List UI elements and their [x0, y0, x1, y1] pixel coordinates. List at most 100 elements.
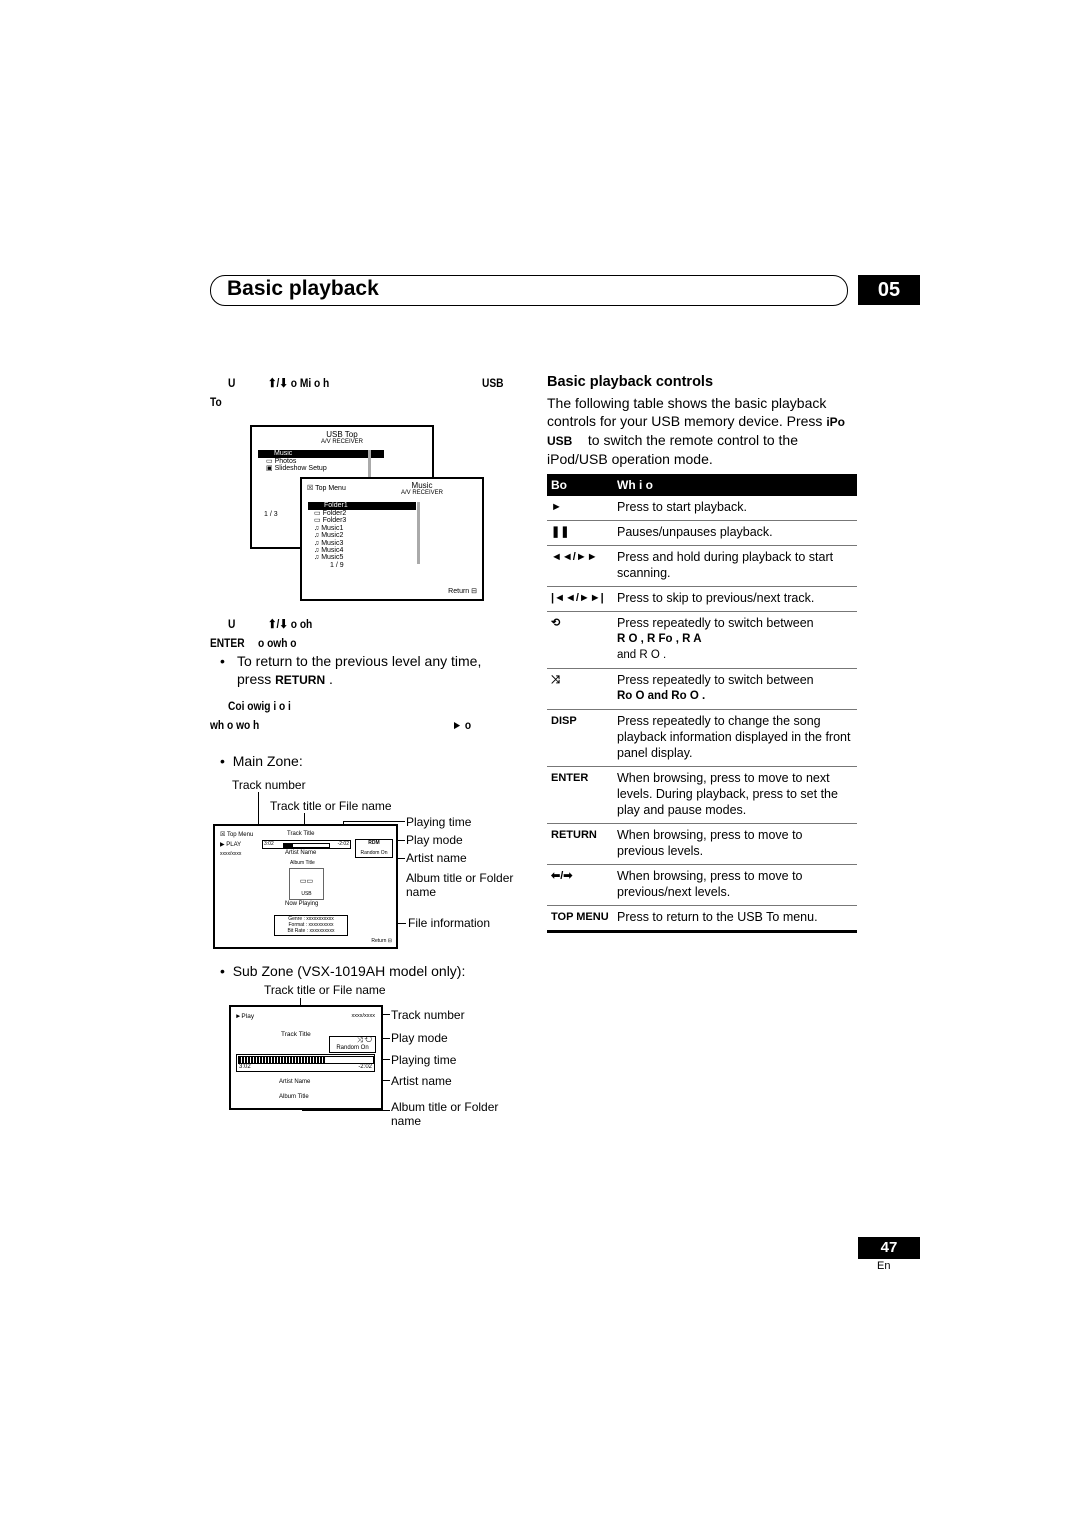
- function-description: Press repeatedly to switch between Ro O a…: [613, 668, 857, 710]
- usb-device-image: ▭▭ USB: [289, 868, 324, 900]
- table-row: ❚❚ Pauses/unpauses playback.: [547, 520, 857, 546]
- function-description: Press to skip to previous/next track.: [613, 586, 857, 612]
- menu-item[interactable]: ♫ Music3: [314, 540, 346, 547]
- function-description: Press repeatedly to switch between R O , …: [613, 611, 857, 669]
- menu-item[interactable]: ▣ Slideshow Setup: [266, 465, 327, 473]
- album-title: Album Title: [279, 1094, 309, 1100]
- function-description: When browsing, press to move to next lev…: [613, 766, 857, 824]
- table-row: ⟲ Press repeatedly to switch between R O ,…: [547, 611, 857, 669]
- label-playing-time: Playing time: [406, 815, 472, 829]
- pause-icon: ❚❚: [547, 520, 613, 546]
- step1-text: ⬆/⬇ o Mi o h: [268, 376, 330, 390]
- skip-icon: |◄◄/►►|: [547, 586, 613, 612]
- screen-title: Music: [411, 481, 433, 490]
- shuffle-repeat-icon: ⤨ ⟲: [356, 1037, 372, 1044]
- manual-page: Basic playback 05 U ⬆/⬇ o Mi o h USB To …: [0, 0, 1080, 1527]
- menu-item[interactable]: ▭ Folder3: [314, 517, 346, 524]
- scrollbar[interactable]: [417, 502, 420, 564]
- shuffle-icon: ⤨: [547, 668, 613, 710]
- screen-title: USB Top: [326, 430, 358, 439]
- menu-item-selected[interactable]: Music: [258, 450, 384, 458]
- bullet-return: • To return to the previous level any ti…: [220, 653, 482, 687]
- progress-fill: [284, 844, 293, 847]
- return-button[interactable]: Return ⊟: [371, 938, 392, 946]
- step2-text: ⬆/⬇ o oh: [268, 617, 313, 631]
- button-name: DISP: [547, 709, 613, 767]
- table-row: DISP Press repeatedly to change the song …: [547, 709, 857, 767]
- progress-bar: 3:02 -2:02: [236, 1054, 375, 1072]
- track-title: Track Title: [281, 1031, 311, 1038]
- chapter-badge: 05: [858, 275, 920, 305]
- label-artist-name: Artist name: [406, 851, 467, 865]
- description-line: Pauses/unpauses playback.: [617, 525, 773, 539]
- description-line: Press and hold during playback to start …: [617, 550, 834, 580]
- description-line: Press to start playback.: [617, 500, 747, 514]
- file-info-box: Genre : xxxxxxxxxxx Format : xxxxxxxxxx Bi…: [274, 915, 348, 936]
- description-line: Press to return to the USB To menu.: [617, 910, 818, 924]
- sub-zone-heading: • Sub Zone (VSX-1019AH model only):: [220, 963, 466, 979]
- button-name: ENTER: [547, 766, 613, 824]
- intro-paragraph: The following table shows the basic play…: [547, 395, 845, 467]
- table-row: ENTER When browsing, press to move to nex…: [547, 766, 857, 824]
- menu-item-label: Slideshow Setup: [274, 465, 327, 472]
- progress-fill: [239, 1057, 327, 1063]
- description-line: When browsing, press to move to previous…: [617, 869, 803, 899]
- now-playing: Now Playing: [285, 901, 319, 907]
- button-name: RETURN: [547, 823, 613, 865]
- menu-item-selected[interactable]: Folder1: [308, 502, 416, 510]
- label-track-title: Track title or File name: [270, 799, 392, 813]
- page-title: Basic playback: [227, 277, 379, 300]
- top-menu-button[interactable]: ☒ Top Menu: [307, 485, 346, 493]
- step1-text: U: [228, 376, 236, 390]
- table-row: ► Press to start playback.: [547, 496, 857, 521]
- description-line: Press repeatedly to switch between: [617, 616, 814, 630]
- table-row: TOP MENU Press to return to the USB To me…: [547, 905, 857, 933]
- step3-text: Coi owig i o i: [228, 699, 291, 713]
- controls-table: Bo Wh i o ► Press to start playback. ❚❚ Pau…: [547, 474, 857, 933]
- menu-item[interactable]: ♫ Music4: [314, 547, 346, 554]
- menu-item[interactable]: ♫ Music5: [314, 554, 346, 561]
- play-status: ►Play: [235, 1013, 255, 1020]
- top-menu-button[interactable]: ☒ Top Menu: [220, 832, 253, 840]
- page-indicator: 1 / 3: [264, 511, 278, 518]
- step3-text: wh o wo h: [210, 718, 260, 732]
- label-track-number: Track number: [391, 1008, 465, 1022]
- table-row: |◄◄/►►| Press to skip to previous/next tr…: [547, 586, 857, 612]
- step3-text: ► o: [452, 718, 472, 732]
- description-line: Press repeatedly to change the song play…: [617, 714, 851, 760]
- artist-name: Artist Name: [285, 850, 317, 856]
- step2-text: ENTER: [210, 636, 245, 650]
- screen-subtitle: A/V RECEIVER: [320, 439, 363, 445]
- label-play-mode: Play mode: [391, 1031, 448, 1045]
- menu-item-label: Photos: [274, 458, 297, 465]
- table-row: ⤨ Press repeatedly to switch between Ro O …: [547, 668, 857, 710]
- description-line: Press repeatedly to switch between: [617, 673, 814, 687]
- menu-item[interactable]: ♫ Music1: [314, 525, 346, 532]
- menu-item[interactable]: ♫ Music2: [314, 532, 346, 539]
- label-play-mode: Play mode: [406, 833, 463, 847]
- play-mode-box: ⤨ ⟲ Random On: [329, 1036, 376, 1053]
- label-album-title: Album title or Folder name: [406, 871, 514, 899]
- artist-name: Artist Name: [279, 1079, 311, 1085]
- menu-item[interactable]: ▭ Folder2: [314, 510, 346, 517]
- track-number: xxxx/xxxx: [351, 1013, 375, 1019]
- scan-icon: ◄◄/►►: [547, 545, 613, 587]
- return-button[interactable]: Return ⊟: [448, 588, 477, 596]
- step1-text: To: [210, 395, 222, 409]
- function-description: Press and hold during playback to start …: [613, 545, 857, 587]
- track-number: xxxx/xxxx: [220, 851, 242, 857]
- table-row: ⬅/➡ When browsing, press to move to previ…: [547, 864, 857, 906]
- function-description: When browsing, press to move to previous…: [613, 864, 857, 906]
- table-row: ◄◄/►► Press and hold during playback to s…: [547, 545, 857, 587]
- play-mode-box: RDM Random On: [355, 839, 393, 858]
- page-number: 47: [858, 1237, 920, 1259]
- description-line: Press to skip to previous/next track.: [617, 591, 815, 605]
- play-icon: ►: [547, 496, 613, 521]
- top-menu-label: Top Menu: [315, 485, 346, 492]
- page-indicator: 1 / 9: [330, 561, 344, 569]
- label-track-number: Track number: [232, 778, 306, 792]
- function-description: Press to return to the USB To menu.: [613, 905, 857, 933]
- function-description: Press repeatedly to change the song play…: [613, 709, 857, 767]
- section-heading: Basic playback controls: [547, 374, 714, 390]
- progress-bar: 3:02 -2:02: [262, 840, 351, 849]
